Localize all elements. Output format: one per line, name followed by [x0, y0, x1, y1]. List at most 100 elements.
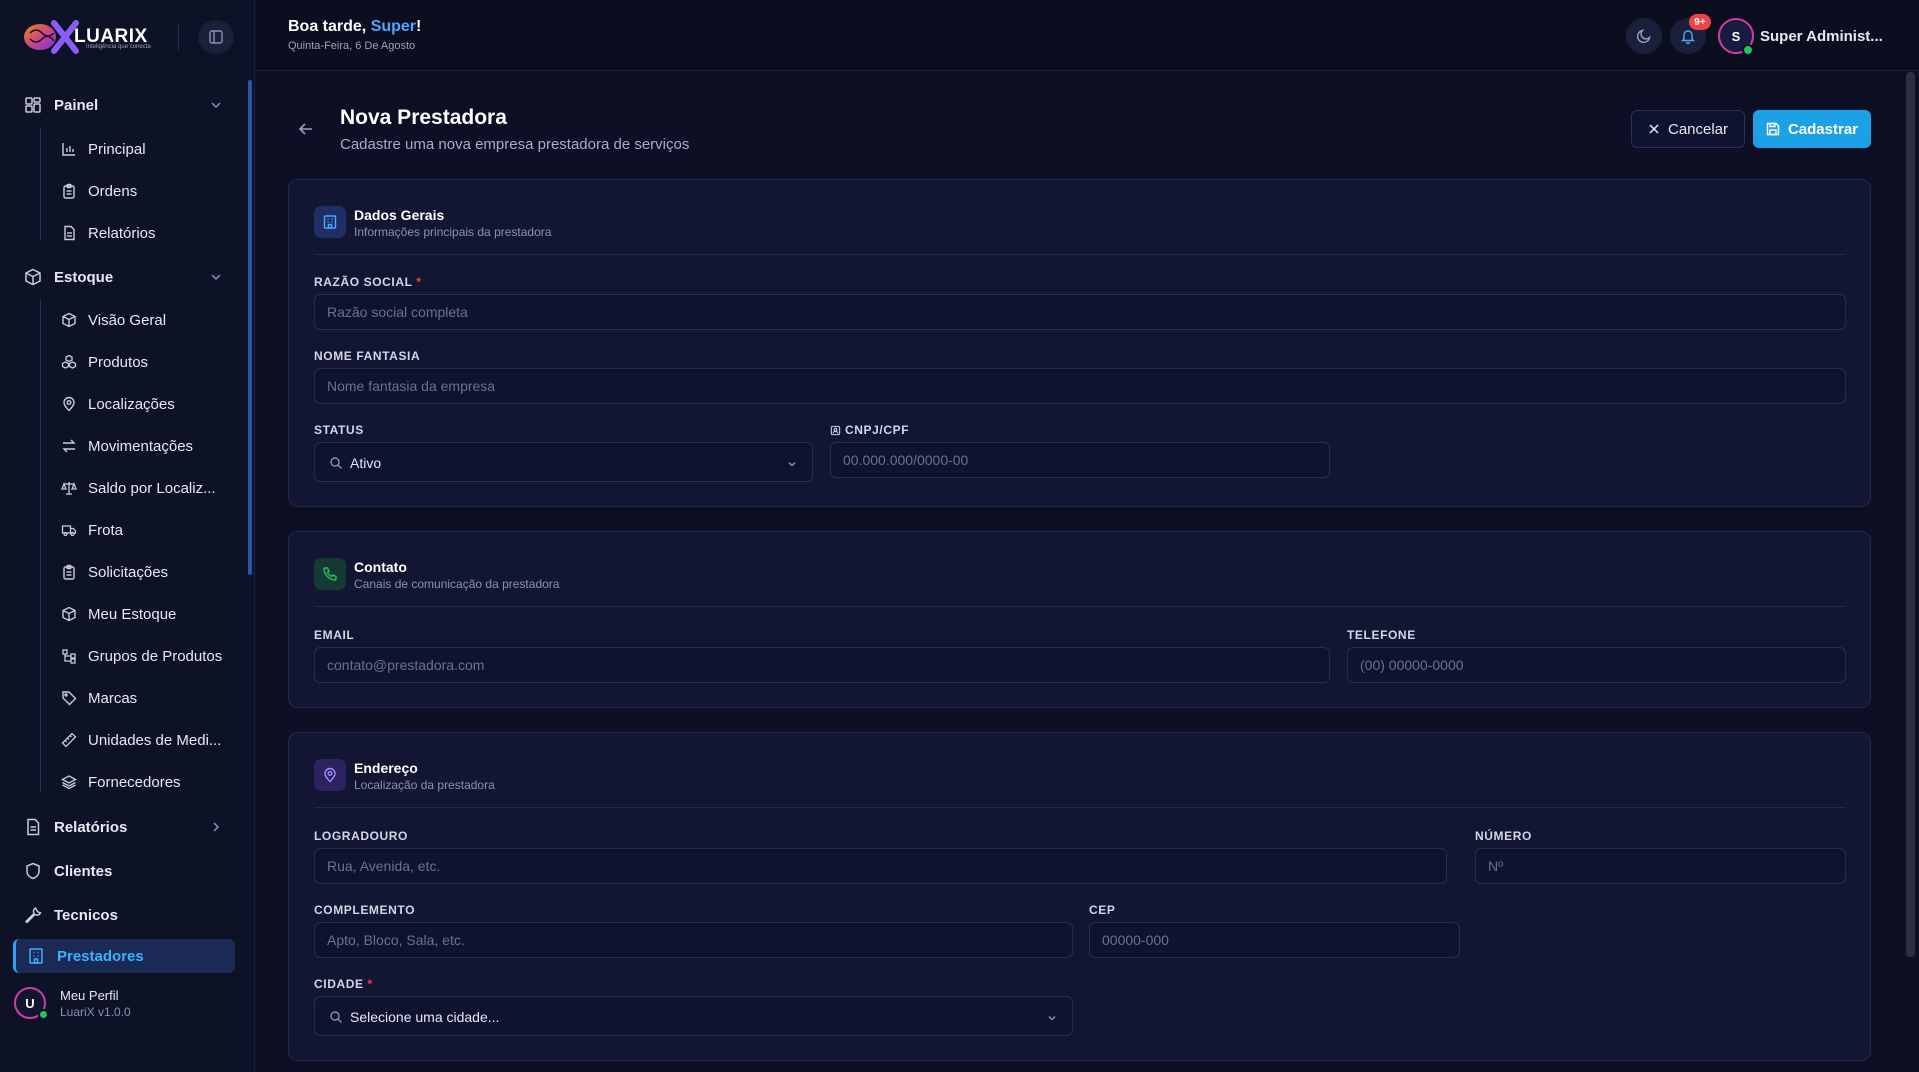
cep-input[interactable]: [1090, 923, 1459, 957]
chevron-right-icon: [209, 820, 223, 834]
page-scrollbar[interactable]: [1906, 72, 1915, 957]
sidebar-item-marcas[interactable]: Marcas: [50, 680, 236, 716]
brain-logo-icon: [22, 19, 82, 55]
greeting-prefix: Boa tarde,: [288, 18, 371, 35]
cnpj-input[interactable]: [831, 443, 1329, 477]
nome-fantasia-input[interactable]: [315, 369, 1845, 403]
complemento-field[interactable]: [314, 922, 1073, 958]
sidebar-group-label: Prestadores: [57, 947, 144, 965]
sidebar-item-label: Grupos de Produtos: [88, 647, 223, 665]
sidebar-item-label: Solicitações: [88, 563, 169, 581]
logradouro-label: LOGRADOURO: [314, 829, 408, 843]
sidebar-scrollbar[interactable]: [248, 80, 252, 575]
theme-toggle-button[interactable]: [1626, 18, 1662, 54]
status-select[interactable]: Ativo: [314, 442, 813, 482]
sidebar-item-fornecedores[interactable]: Fornecedores: [50, 764, 236, 800]
status-value: Ativo: [350, 455, 382, 471]
required-asterisk: *: [416, 275, 422, 289]
sidebar-item-relatorios-painel[interactable]: Relatórios: [50, 215, 236, 251]
sidebar-item-unidades-de-medida[interactable]: Unidades de Medi...: [50, 722, 236, 758]
box-icon: [24, 268, 42, 286]
nome-fantasia-field[interactable]: [314, 368, 1846, 404]
cep-field[interactable]: [1089, 922, 1460, 958]
contato-card: Contato Canais de comunicação da prestad…: [288, 531, 1871, 708]
arrows-icon: [61, 438, 77, 454]
sidebar-item-meu-estoque[interactable]: Meu Estoque: [50, 596, 236, 632]
sidebar-item-prestadores[interactable]: Prestadores: [13, 939, 235, 973]
telefone-field[interactable]: [1347, 647, 1846, 683]
report-icon: [24, 818, 42, 836]
sidebar-toggle-button[interactable]: [198, 20, 234, 54]
cnpj-field[interactable]: [830, 442, 1330, 478]
sidebar-item-frota[interactable]: Frota: [50, 512, 236, 548]
email-field[interactable]: [314, 647, 1330, 683]
razao-social-label: RAZÃO SOCIAL *: [314, 275, 422, 289]
save-button[interactable]: Cadastrar: [1753, 110, 1871, 148]
cidade-label: CIDADE *: [314, 977, 373, 991]
email-input[interactable]: [315, 648, 1329, 682]
logo-divider: [178, 24, 179, 50]
sidebar-item-ordens[interactable]: Ordens: [50, 173, 236, 209]
page-title: Nova Prestadora: [340, 106, 507, 129]
card-subtitle: Localização da prestadora: [354, 778, 495, 792]
complemento-input[interactable]: [315, 923, 1072, 957]
box-icon: [61, 312, 77, 328]
sidebar-item-saldo-por-localizacao[interactable]: Saldo por Localiz...: [50, 470, 236, 506]
cep-label: CEP: [1089, 903, 1116, 917]
sidebar-item-label: Unidades de Medi...: [88, 731, 222, 749]
sidebar-panel-icon: [209, 30, 223, 44]
logradouro-field[interactable]: [314, 848, 1447, 884]
cancel-label: Cancelar: [1667, 120, 1729, 138]
close-icon: [1649, 124, 1659, 134]
shield-icon: [24, 862, 42, 880]
clipboard-icon: [61, 564, 77, 580]
numero-input[interactable]: [1476, 849, 1845, 883]
user-name[interactable]: Super Administ...: [1760, 28, 1883, 45]
cidade-select[interactable]: Selecione uma cidade...: [314, 996, 1073, 1036]
save-label: Cadastrar: [1787, 120, 1859, 138]
page-subtitle: Cadastre uma nova empresa prestadora de …: [340, 136, 690, 153]
layers-icon: [61, 774, 77, 790]
sidebar-item-label: Marcas: [88, 689, 138, 707]
cnpj-label: CNPJ/CPF: [830, 423, 909, 437]
telefone-input[interactable]: [1348, 648, 1845, 682]
sidebar-group-label: Painel: [54, 96, 99, 114]
sidebar-item-localizacoes[interactable]: Localizações: [50, 386, 236, 422]
razao-social-input[interactable]: [315, 295, 1845, 329]
profile-link[interactable]: U Meu Perfil LuariX v1.0.0: [14, 985, 239, 1035]
sidebar-item-produtos[interactable]: Produtos: [50, 344, 236, 380]
search-icon: [329, 1010, 343, 1024]
sidebar-item-grupos-de-produtos[interactable]: Grupos de Produtos: [50, 638, 236, 674]
required-asterisk: *: [367, 977, 373, 991]
dados-gerais-card: Dados Gerais Informações principais da p…: [288, 179, 1871, 507]
sidebar-item-principal[interactable]: Principal: [50, 131, 236, 167]
numero-field[interactable]: [1475, 848, 1846, 884]
sidebar-item-solicitacoes[interactable]: Solicitações: [50, 554, 236, 590]
tree-line: [40, 128, 41, 240]
razao-social-label-text: RAZÃO SOCIAL: [314, 275, 413, 289]
cnpj-label-text: CNPJ/CPF: [845, 423, 910, 437]
sidebar-item-visao-geral[interactable]: Visão Geral: [50, 302, 236, 338]
back-button[interactable]: [296, 119, 316, 139]
sidebar-item-movimentacoes[interactable]: Movimentações: [50, 428, 236, 464]
sidebar-group-relatorios[interactable]: Relatórios: [13, 808, 235, 846]
map-pin-icon: [314, 759, 346, 791]
sidebar-group-label: Relatórios: [54, 818, 128, 836]
cancel-button[interactable]: Cancelar: [1631, 110, 1745, 148]
card-title: Endereço: [354, 760, 418, 776]
card-header: Endereço Localização da prestadora: [314, 758, 1846, 808]
building-icon: [314, 206, 346, 238]
ruler-icon: [61, 732, 77, 748]
chevron-down-icon: [786, 457, 798, 469]
cidade-value: Selecione uma cidade...: [350, 1009, 500, 1025]
phone-icon: [314, 558, 346, 590]
razao-social-field[interactable]: [314, 294, 1846, 330]
sidebar-item-clientes[interactable]: Clientes: [13, 852, 235, 890]
notification-badge: 9+: [1689, 14, 1711, 30]
sidebar-item-tecnicos[interactable]: Tecnicos: [13, 896, 235, 934]
sidebar-group-painel[interactable]: Painel: [13, 86, 235, 124]
sidebar-group-estoque[interactable]: Estoque: [13, 258, 235, 296]
endereco-card: Endereço Localização da prestadora LOGRA…: [288, 732, 1871, 1061]
card-title: Contato: [354, 559, 407, 575]
logradouro-input[interactable]: [315, 849, 1446, 883]
